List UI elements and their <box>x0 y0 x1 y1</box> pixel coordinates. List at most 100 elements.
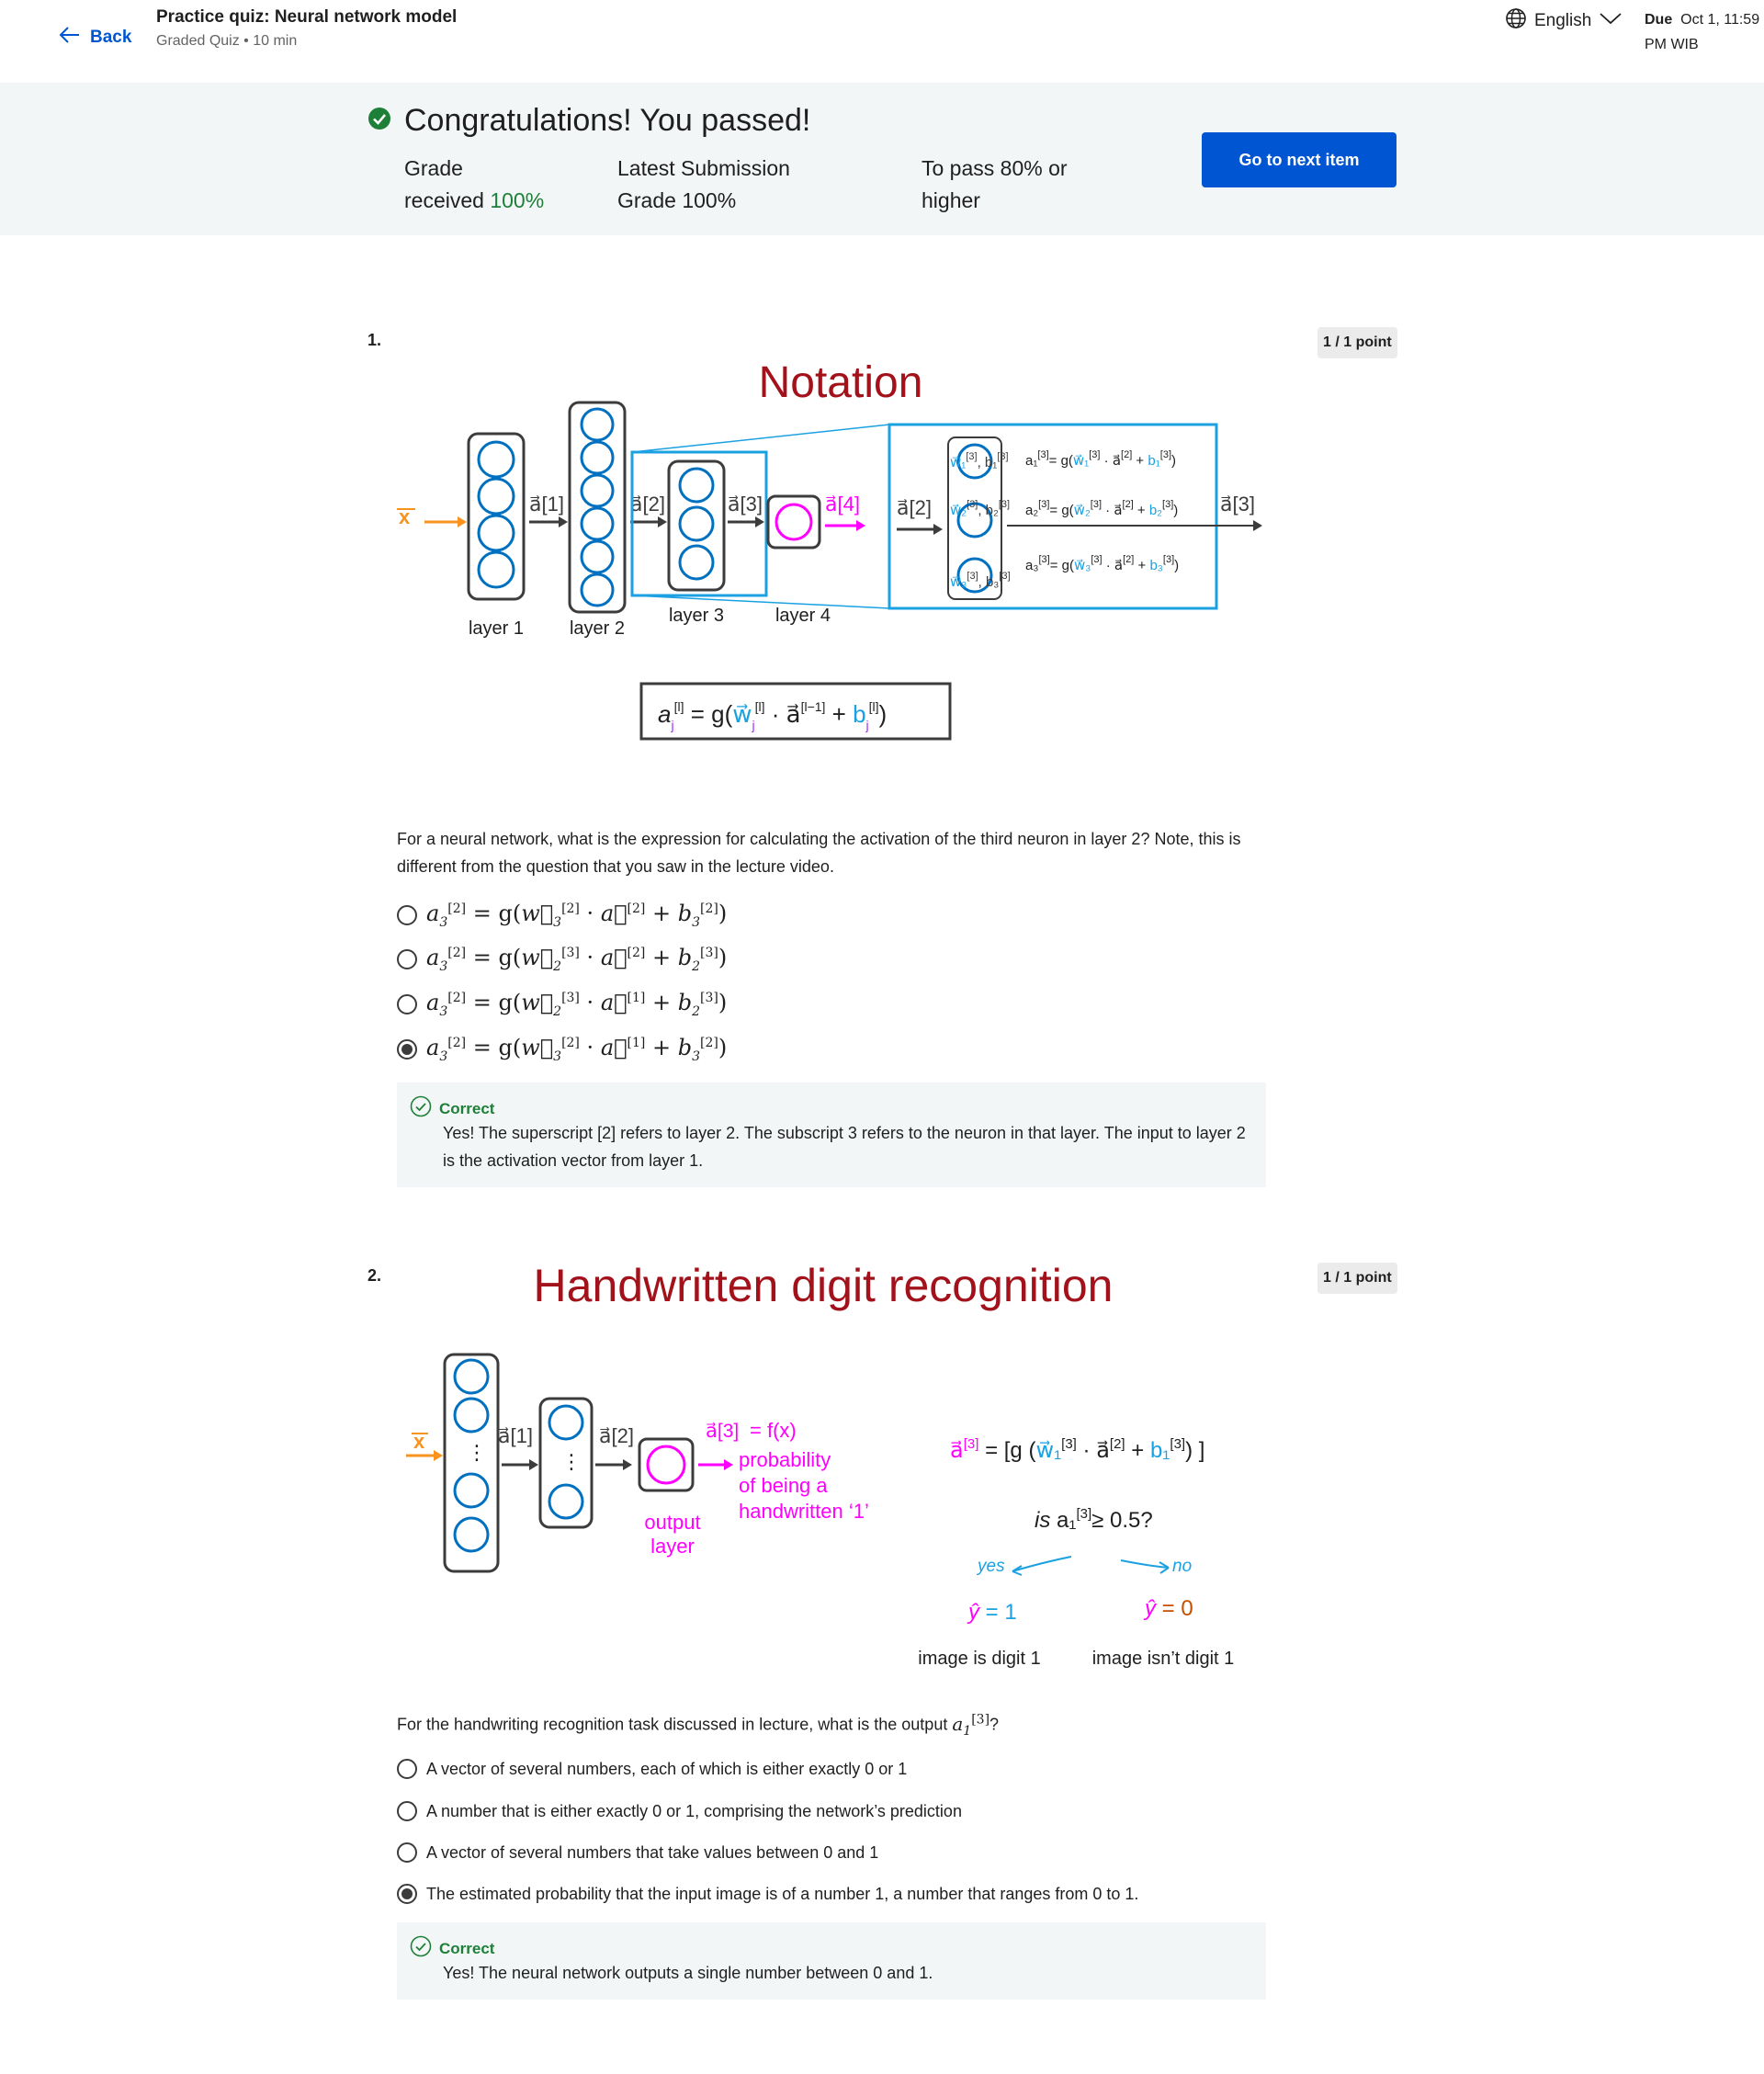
feedback-text: Yes! The neural network outputs a single… <box>443 1964 933 1982</box>
radio-button[interactable] <box>397 993 417 1014</box>
feedback-text: Yes! The superscript [2] refers to layer… <box>443 1124 1246 1170</box>
next-item-button[interactable]: Go to next item <box>1202 132 1396 187</box>
radio-button[interactable] <box>397 1842 417 1863</box>
svg-text:a₃[3]= g(w⃗₃[3] · a⃗[2] + b₃[3: a₃[3]= g(w⃗₃[3] · a⃗[2] + b₃[3]) <box>1025 554 1179 573</box>
figure-title: Handwritten digit recognition <box>534 1260 1114 1311</box>
check-circle-icon <box>368 103 391 139</box>
option-formula: a3[2] = g(w⃗2[3] · a⃗[2] + b2[3]) <box>426 945 728 974</box>
pass-line2: higher <box>922 188 980 212</box>
due-value-line2: PM WIB <box>1645 37 1699 52</box>
chevron-down-icon <box>1599 11 1623 31</box>
language-label: English <box>1534 11 1592 30</box>
prompt-question-mark: ? <box>989 1715 1000 1734</box>
arrow-left-icon <box>59 26 81 50</box>
grade-label: Grade <box>404 156 463 180</box>
due-label: Due <box>1645 12 1673 28</box>
grade-received: Grade received 100% <box>404 153 544 217</box>
latest-submission: Latest Submission Grade 100% <box>617 153 790 217</box>
answer-option[interactable]: a3[2] = g(w⃗2[3] · a⃗[1] + b2[3]) <box>397 990 727 1019</box>
feedback-title: Correct <box>439 1939 495 1957</box>
grade-label-2: received <box>404 188 484 212</box>
radio-button[interactable] <box>397 1759 417 1779</box>
layer-label: layer 1 <box>469 618 524 639</box>
svg-text:ŷ = 1: ŷ = 1 <box>967 1600 1017 1625</box>
feedback-box: Correct Yes! The superscript [2] refers … <box>397 1082 1266 1187</box>
feedback-title: Correct <box>439 1099 495 1117</box>
handwritten-figure: Handwritten digit recognition x ⋮ a⃗[1] … <box>406 1260 1235 1669</box>
answer-option[interactable]: a3[2] = g(w⃗2[3] · a⃗[2] + b2[3]) <box>397 945 727 974</box>
latest-value: 100% <box>682 188 737 212</box>
points-badge: 1 / 1 point <box>1317 327 1397 358</box>
svg-text:a⃗[1]: a⃗[1] <box>529 493 564 516</box>
check-circle-outline-icon <box>410 1095 432 1122</box>
notation-figure: Notation x a⃗[1] a⃗[2] a⃗[3] a⃗[4] layer… <box>397 358 1262 741</box>
option-formula: a3[2] = g(w⃗2[3] · a⃗[1] + b2[3]) <box>426 990 728 1019</box>
radio-button-selected[interactable] <box>397 1038 417 1060</box>
radio-button[interactable] <box>397 1801 417 1821</box>
svg-text:a⃗[3]: a⃗[3] <box>728 493 763 516</box>
layer-label: layer 2 <box>570 618 625 639</box>
answer-option-selected[interactable]: The estimated probability that the input… <box>397 1884 1138 1904</box>
svg-text:a₂[3]= g(w⃗₂[3] · a⃗[2] + b₂[3: a₂[3]= g(w⃗₂[3] · a⃗[2] + b₂[3]) <box>1025 499 1178 518</box>
svg-text:image isn’t digit 1: image isn’t digit 1 <box>1092 1649 1235 1669</box>
option-text: The estimated probability that the input… <box>426 1884 1139 1903</box>
answer-option[interactable]: A vector of several numbers that take va… <box>397 1842 878 1863</box>
feedback-box: Correct Yes! The neural network outputs … <box>397 1922 1266 2000</box>
answer-option-selected[interactable]: a3[2] = g(w⃗3[2] · a⃗[1] + b3[2]) <box>397 1035 727 1064</box>
page-title: Practice quiz: Neural network model <box>156 7 458 27</box>
answer-option[interactable]: a3[2] = g(w⃗3[2] · a⃗[2] + b3[2]) <box>397 901 727 930</box>
option-text: A vector of several numbers, each of whi… <box>426 1759 908 1778</box>
back-label: Back <box>90 28 132 47</box>
prompt-formula: a1[3] <box>952 1712 990 1739</box>
option-text: A number that is either exactly 0 or 1, … <box>426 1801 962 1820</box>
back-button[interactable]: Back <box>59 26 131 50</box>
answer-option[interactable]: A number that is either exactly 0 or 1, … <box>397 1801 962 1821</box>
svg-text:yes: yes <box>976 1557 1005 1576</box>
svg-text:a⃗[1]: a⃗[1] <box>498 1424 533 1447</box>
check-circle-outline-icon <box>410 1935 432 1962</box>
page-subtitle: Graded Quiz • 10 min <box>156 33 298 49</box>
svg-text:is a₁[3]≥ 0.5?: is a₁[3]≥ 0.5? <box>1035 1506 1153 1533</box>
svg-text:a⃗[2]: a⃗[2] <box>599 1424 634 1447</box>
layer-label: layer 3 <box>669 606 724 626</box>
grade-value: 100% <box>490 188 545 212</box>
pass-suffix: or <box>1048 156 1068 180</box>
svg-text:no: no <box>1172 1557 1192 1576</box>
congrats-text: Congratulations! You passed! <box>404 103 811 138</box>
language-selector[interactable]: English <box>1505 7 1623 35</box>
question-number: 2. <box>368 1266 382 1285</box>
pass-message: Congratulations! You passed! <box>368 103 810 139</box>
pass-value: 80% <box>1000 156 1043 180</box>
svg-text:a⃗[3]: a⃗[3] <box>706 1421 739 1442</box>
probability-text: probability of being a handwritten ‘1’ <box>739 1448 869 1523</box>
radio-button-selected[interactable] <box>397 1884 417 1904</box>
result-banner <box>0 83 1764 235</box>
svg-text:ŷ = 0: ŷ = 0 <box>1143 1596 1193 1621</box>
option-formula: a3[2] = g(w⃗3[2] · a⃗[2] + b3[2]) <box>426 901 728 930</box>
question-number: 1. <box>368 331 382 349</box>
points-badge: 1 / 1 point <box>1317 1263 1397 1294</box>
latest-label: Latest Submission <box>617 156 790 180</box>
svg-text:a⃗[2]: a⃗[2] <box>897 496 932 519</box>
svg-text:aj[l] = g(w⃗j[l] · a⃗[l−1] + b: aj[l] = g(w⃗j[l] · a⃗[l−1] + bj[l]) <box>658 699 887 732</box>
radio-button[interactable] <box>397 948 417 969</box>
svg-text:a⃗[3] = [g (w⃗₁[3] · a⃗[2] + b: a⃗[3] = [g (w⃗₁[3] · a⃗[2] + b₁[3]) ] <box>950 1436 1204 1463</box>
layer-label: layer 4 <box>775 606 831 626</box>
question-prompt: For the handwriting recognition task dis… <box>397 1706 1270 1745</box>
option-formula: a3[2] = g(w⃗3[2] · a⃗[1] + b3[2]) <box>426 1035 728 1064</box>
radio-button[interactable] <box>397 904 417 925</box>
feedback-title-row: Correct <box>410 1095 494 1122</box>
answer-option[interactable]: A vector of several numbers, each of whi… <box>397 1759 907 1779</box>
latest-grade-label: Grade <box>617 188 676 212</box>
option-text: A vector of several numbers that take va… <box>426 1842 879 1862</box>
svg-text:a₁[3]= g(w⃗₁[3] · a⃗[2] + b₁[3: a₁[3]= g(w⃗₁[3] · a⃗[2] + b₁[3]) <box>1025 449 1176 469</box>
pass-label: To pass <box>922 156 995 180</box>
figure-title: Notation <box>759 358 923 407</box>
svg-text:⋮: ⋮ <box>561 1450 582 1473</box>
output-layer-label: output layer <box>644 1511 700 1558</box>
due-date: Due Oct 1, 11:59 PM WIB <box>1645 7 1759 57</box>
question-prompt: For a neural network, what is the expres… <box>397 830 1241 876</box>
feedback-title-row: Correct <box>410 1935 494 1962</box>
svg-text:a⃗[2]: a⃗[2] <box>630 493 665 516</box>
globe-icon <box>1505 7 1527 35</box>
